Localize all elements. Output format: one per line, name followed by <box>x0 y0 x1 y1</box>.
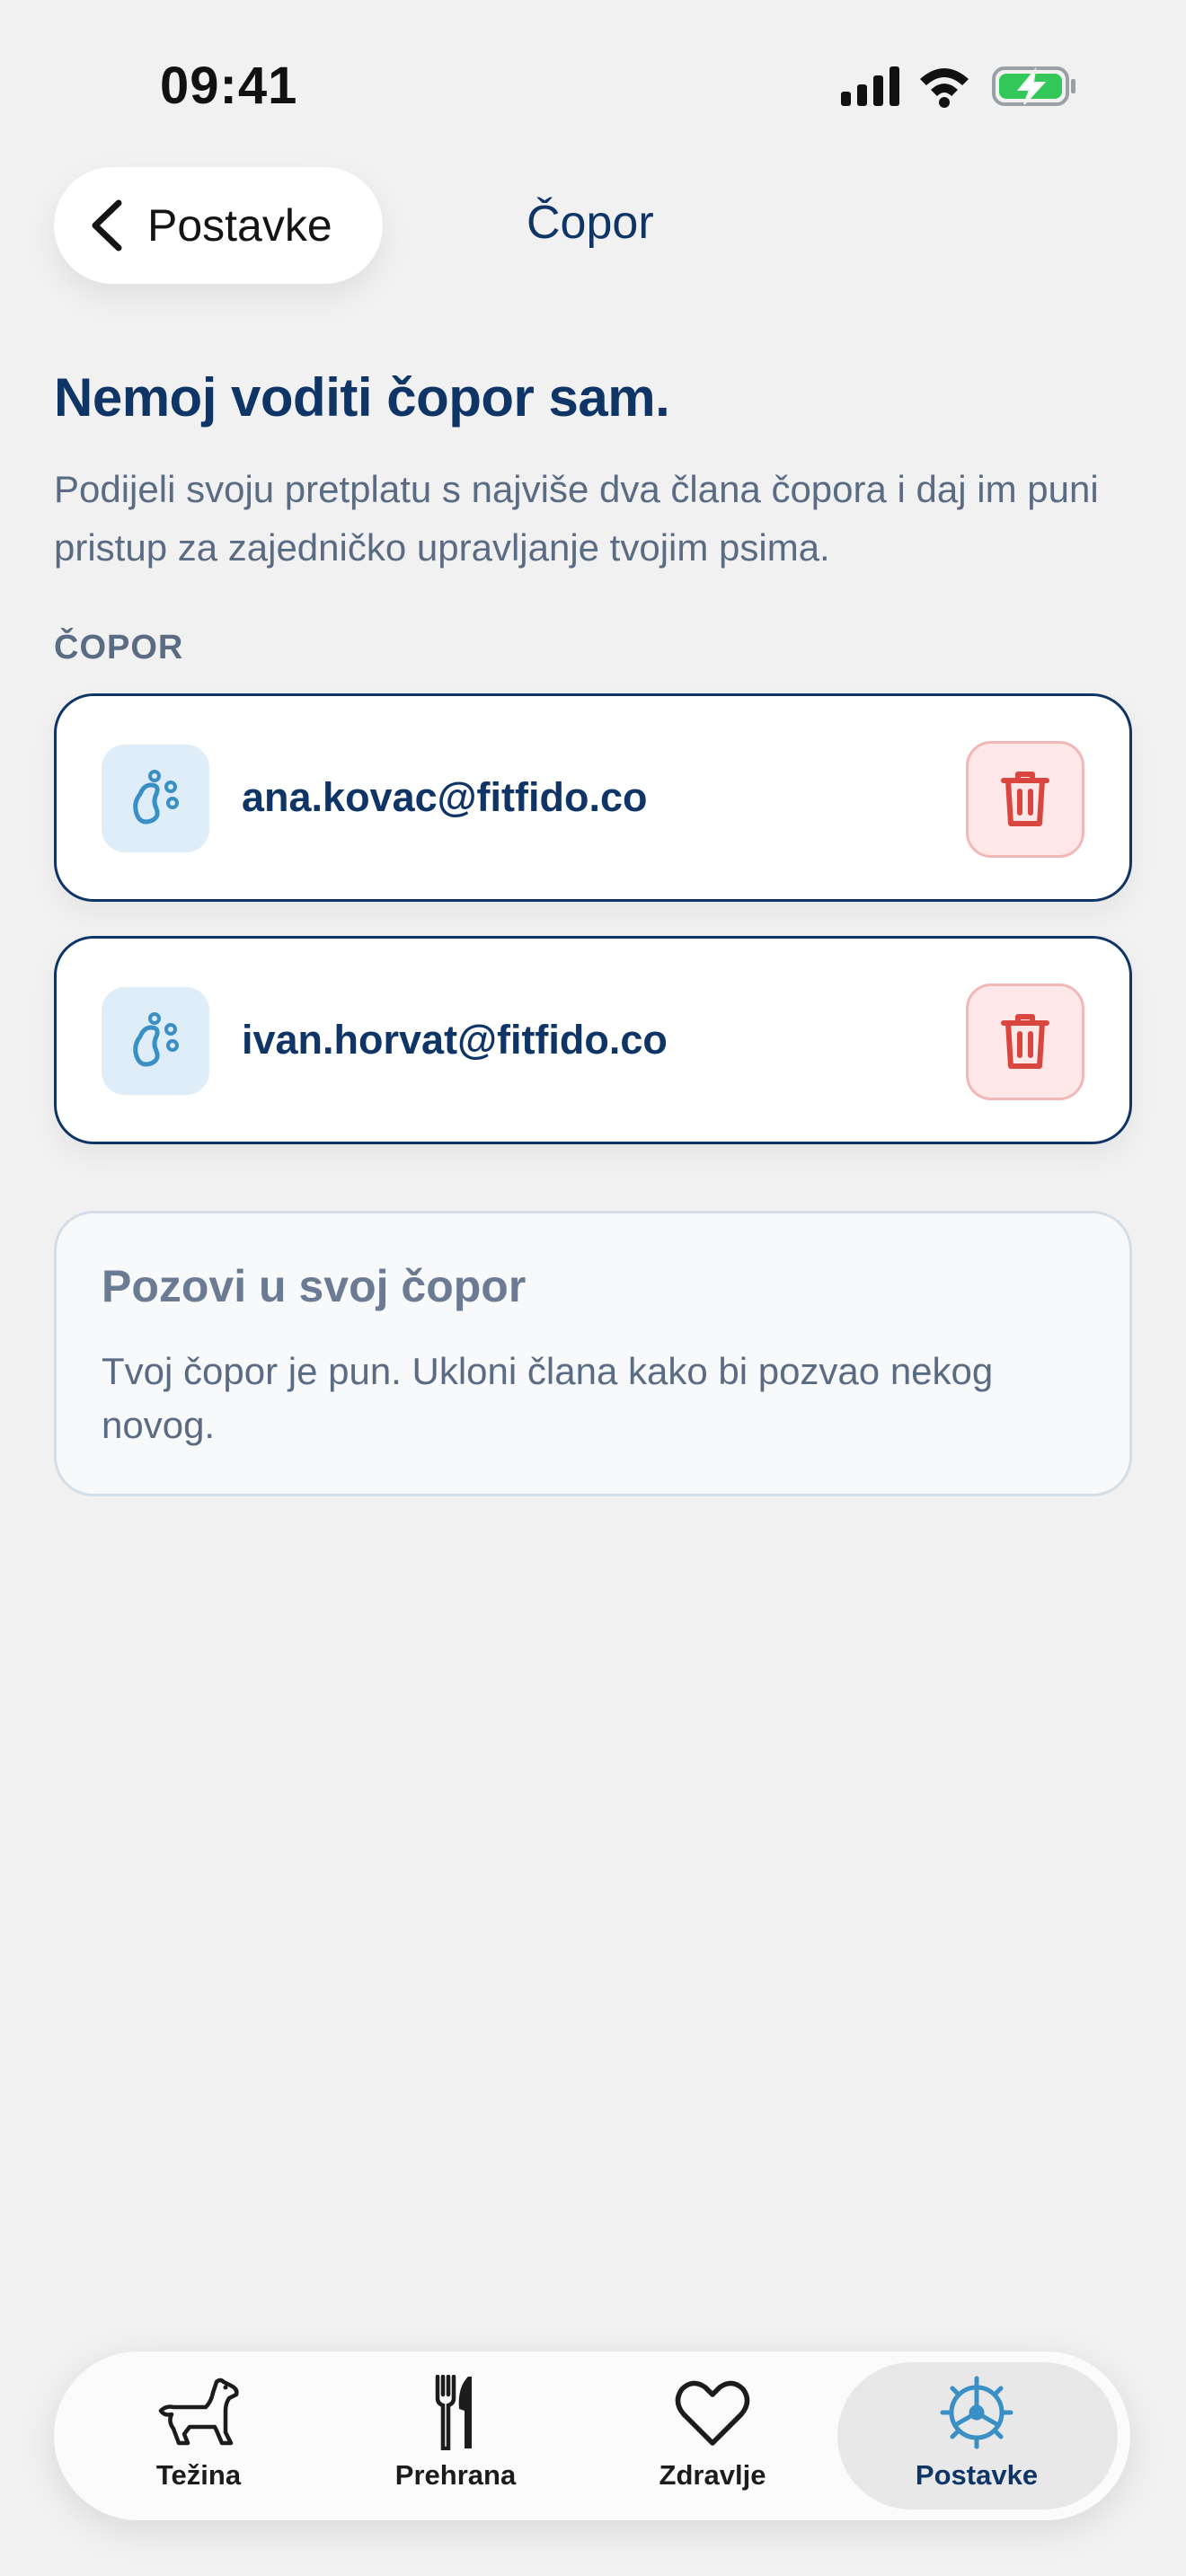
member-email: ana.kovac@fitfido.co <box>242 774 648 820</box>
fork-knife-icon <box>435 2375 472 2450</box>
subtitle: Podijeli svoju pretplatu s najviše dva č… <box>54 468 1099 569</box>
trash-icon <box>1001 1014 1049 1069</box>
remove-member-button[interactable] <box>966 741 1084 858</box>
page-title: Čopor <box>527 197 654 249</box>
dog-icon <box>158 2378 239 2446</box>
paw-icon <box>102 987 209 1095</box>
tab-zdravlje[interactable]: Zdravlje <box>591 2351 834 2520</box>
paw-icon <box>102 745 209 852</box>
tab-label: Prehrana <box>394 2459 517 2491</box>
tab-prehrana[interactable]: Prehrana <box>334 2351 577 2520</box>
tab-tezina[interactable]: Težina <box>77 2351 320 2520</box>
back-button[interactable]: Postavke <box>54 167 383 284</box>
member-card: ivan.horvat@fitfido.co <box>54 936 1132 1144</box>
heart-icon <box>675 2380 750 2446</box>
invite-card: Pozovi u svoj čopor Tvoj čopor je pun. U… <box>54 1211 1132 1496</box>
member-email: ivan.horvat@fitfido.co <box>242 1017 668 1063</box>
status-icons <box>836 63 1078 110</box>
trash-icon <box>1001 772 1049 826</box>
chevron-left-icon <box>92 199 122 251</box>
gear-icon <box>940 2376 1013 2449</box>
member-card: ana.kovac@fitfido.co <box>54 693 1132 902</box>
tab-postavke[interactable]: Postavke <box>855 2351 1098 2520</box>
wifi-icon <box>920 68 969 108</box>
headline: Nemoj voditi čopor sam. <box>54 367 670 428</box>
tab-bar: Težina Prehrana Zdravlje Postavke <box>54 2351 1130 2520</box>
tab-label: Postavke <box>915 2459 1039 2491</box>
back-button-label: Postavke <box>147 200 332 251</box>
remove-member-button[interactable] <box>966 984 1084 1100</box>
tab-label: Težina <box>155 2459 242 2491</box>
tab-label: Zdravlje <box>659 2459 766 2491</box>
battery-charging-icon <box>992 66 1075 106</box>
status-time: 09:41 <box>160 57 298 115</box>
invite-description: Tvoj čopor je pun. Ukloni člana kako bi … <box>102 1350 994 1446</box>
section-label: ČOPOR <box>54 629 184 666</box>
invite-title: Pozovi u svoj čopor <box>102 1261 527 1311</box>
cellular-signal-icon <box>841 66 899 106</box>
